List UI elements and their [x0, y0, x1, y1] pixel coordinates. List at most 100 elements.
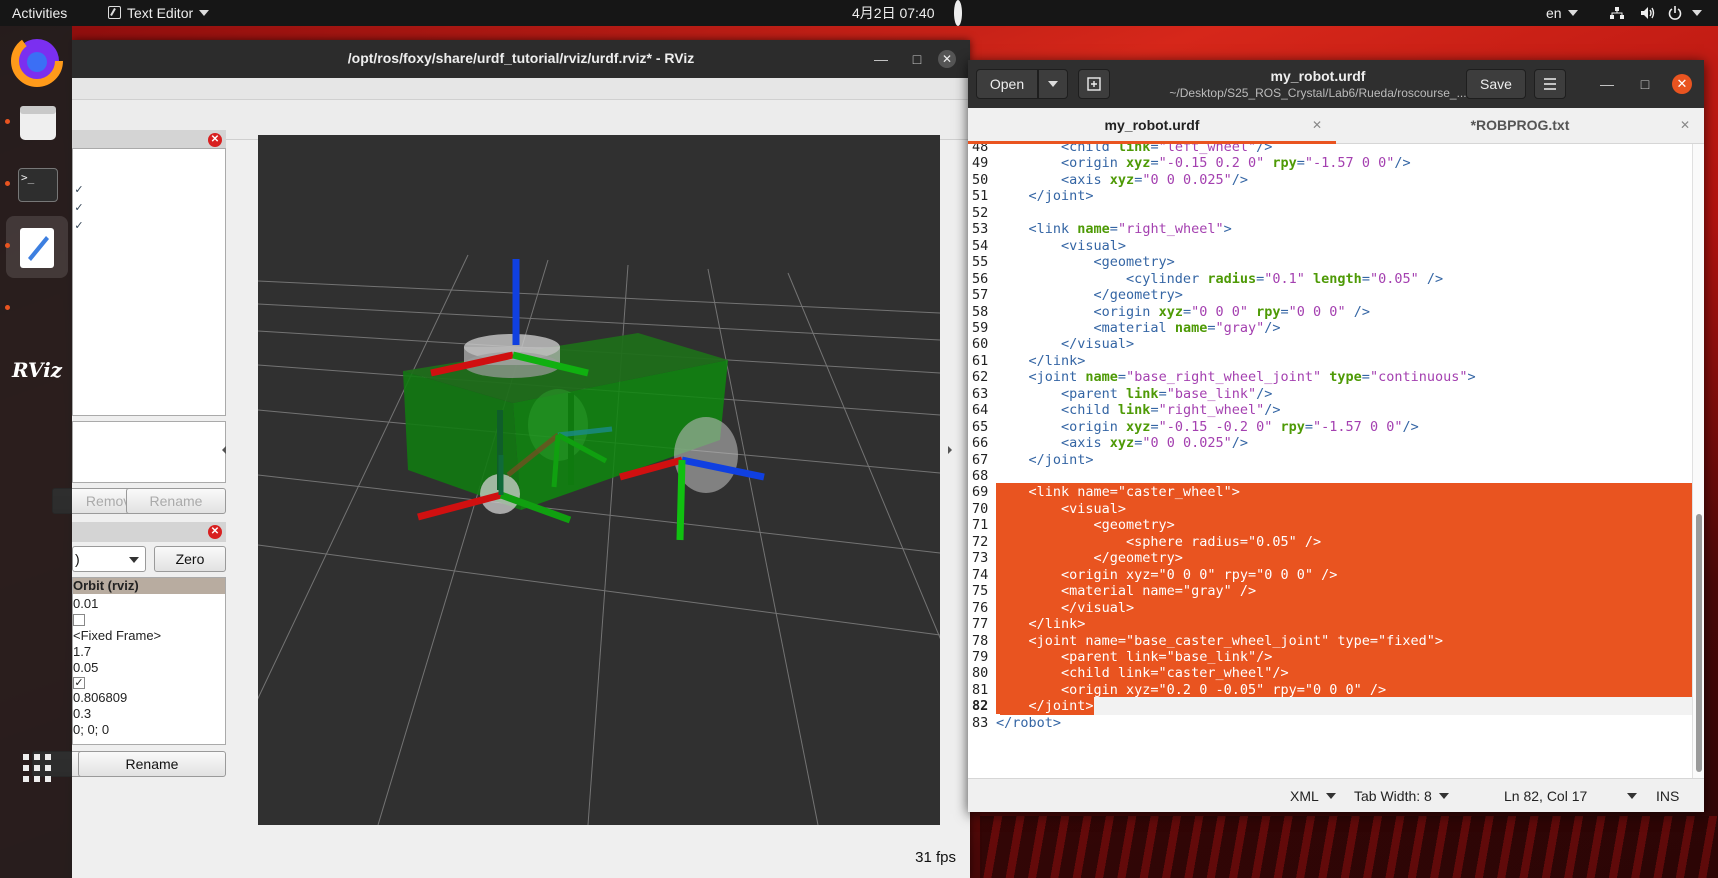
code-line[interactable]: 54 <visual> [968, 236, 1692, 255]
tab-robprog-txt[interactable]: *ROBPROG.txt ✕ [1336, 108, 1704, 144]
firefox-launcher[interactable] [6, 30, 68, 92]
editor-headerbar[interactable]: Open my_robot.urdf ~/Desktop/S25_ROS_Cry… [968, 60, 1704, 108]
show-apps-icon [23, 754, 51, 782]
cursor-position[interactable]: Ln 82, Col 17 [1504, 788, 1638, 804]
code-line[interactable]: 74 <origin xyz="0 0 0" rpy="0 0 0" /> [968, 565, 1692, 584]
code-line[interactable]: 56 <cylinder radius="0.1" length="0.05" … [968, 269, 1692, 288]
power-icon[interactable] [1668, 0, 1682, 26]
code-line[interactable]: 53 <link name="right_wheel"> [968, 220, 1692, 239]
code-line[interactable]: 71 <geometry> [968, 516, 1692, 535]
display-checkbox[interactable]: ✓ [73, 221, 85, 233]
code-line[interactable]: 69 <link name="caster_wheel"> [968, 483, 1692, 502]
code-line[interactable]: 50 <axis xyz="0 0 0.025"/> [968, 170, 1692, 189]
code-line[interactable]: 79 <parent link="base_link"/> [968, 647, 1692, 666]
zero-view-button[interactable]: Zero [154, 546, 226, 572]
collapse-left-arrow[interactable] [222, 446, 226, 454]
close-panel-icon[interactable]: ✕ [208, 133, 222, 147]
code-line[interactable]: 49 <origin xyz="-0.15 0.2 0" rpy="-1.57 … [968, 154, 1692, 173]
code-line[interactable]: 65 <origin xyz="-0.15 -0.2 0" rpy="-1.57… [968, 417, 1692, 436]
rviz-launcher[interactable]: RViz [6, 340, 68, 402]
system-menu-arrow[interactable] [1692, 0, 1702, 26]
code-line[interactable]: 61 </link> [968, 351, 1692, 370]
code-line[interactable]: 67 </joint> [968, 450, 1692, 469]
close-button[interactable]: ✕ [1672, 74, 1692, 94]
invert-z-checkbox[interactable] [73, 614, 85, 626]
maximize-button[interactable]: □ [908, 50, 926, 68]
views-properties[interactable]: Orbit (rviz) 0.01 <Fixed Frame> 1.7 0.05… [72, 577, 226, 745]
3d-viewport[interactable] [197, 135, 1019, 826]
app-menu[interactable]: Text Editor [108, 0, 210, 26]
activities-button[interactable]: Activities [12, 0, 67, 26]
code-line[interactable]: 62 <joint name="base_right_wheel_joint" … [968, 368, 1692, 387]
rename-view-button[interactable]: Rename [78, 751, 226, 777]
code-line[interactable]: 73 </geometry> [968, 549, 1692, 568]
code-line[interactable]: 83 </robot> [968, 713, 1692, 732]
display-checkbox[interactable]: ✓ [73, 203, 85, 215]
displays-tree[interactable]: ✓ ✓ ✓ [72, 148, 226, 416]
close-tab-icon[interactable]: ✕ [1312, 108, 1322, 142]
volume-icon[interactable] [1640, 0, 1656, 26]
code-line[interactable]: 52 [968, 203, 1692, 222]
show-apps-button[interactable] [6, 736, 68, 798]
code-line[interactable]: 63 <parent link="base_link"/> [968, 384, 1692, 403]
code-line[interactable]: 58 <origin xyz="0 0 0" rpy="0 0 0" /> [968, 302, 1692, 321]
focal-shape-fixed-checkbox[interactable]: ✓ [73, 677, 85, 689]
close-tab-icon[interactable]: ✕ [1680, 108, 1690, 142]
maximize-button[interactable]: □ [1636, 75, 1654, 93]
terminal-launcher[interactable]: >_ [6, 154, 68, 216]
hamburger-menu-button[interactable] [1534, 69, 1566, 99]
code-line[interactable]: 77 </link> [968, 615, 1692, 634]
code-line[interactable]: 64 <child link="right_wheel"/> [968, 401, 1692, 420]
text-editor-launcher[interactable] [6, 216, 68, 278]
minimize-button[interactable]: — [872, 50, 890, 68]
vertical-scrollbar[interactable] [1692, 144, 1704, 778]
close-panel-icon[interactable]: ✕ [208, 525, 222, 539]
code-line[interactable]: 68 [968, 467, 1692, 485]
current-view-row[interactable]: Orbit (rviz) [73, 578, 225, 594]
yaw-value[interactable]: 0.806809 [73, 690, 127, 705]
code-text: </visual> [996, 336, 1135, 353]
language-selector[interactable]: XML [1290, 788, 1336, 804]
near-clip-value[interactable]: 0.01 [73, 596, 98, 611]
code-line[interactable]: 75 <material name="gray" /> [968, 582, 1692, 601]
tab-my-robot-urdf[interactable]: my_robot.urdf ✕ [968, 108, 1336, 144]
code-line[interactable]: 81 <origin xyz="0.2 0 -0.05" rpy="0 0 0"… [968, 680, 1692, 699]
code-line[interactable]: 76 </visual> [968, 598, 1692, 617]
code-line[interactable]: 72 <sphere radius="0.05" /> [968, 532, 1692, 551]
code-line[interactable]: 57 </geometry> [968, 286, 1692, 305]
scrollbar-thumb[interactable] [1696, 514, 1702, 772]
rviz-titlebar[interactable]: /opt/ros/foxy/share/urdf_tutorial/rviz/u… [72, 40, 970, 78]
focal-point-value[interactable]: 0; 0; 0 [73, 722, 109, 737]
language-indicator[interactable]: en [1546, 0, 1578, 26]
code-line[interactable]: 78 <joint name="base_caster_wheel_joint"… [968, 631, 1692, 650]
pitch-value[interactable]: 0.3 [73, 706, 91, 721]
view-type-select[interactable]: ) [72, 546, 146, 572]
tab-width-selector[interactable]: Tab Width: 8 [1354, 788, 1449, 804]
code-line[interactable]: 82 </joint> [968, 697, 1692, 716]
target-frame-value[interactable]: <Fixed Frame> [73, 628, 161, 643]
network-icon[interactable] [1610, 0, 1624, 26]
display-checkbox[interactable]: ✓ [73, 185, 85, 197]
rename-display-button[interactable]: Rename [126, 488, 226, 514]
open-button[interactable]: Open [976, 69, 1038, 99]
save-button[interactable]: Save [1466, 69, 1526, 99]
chevron-down-icon [1325, 793, 1336, 799]
close-button[interactable]: ✕ [938, 50, 956, 68]
code-line[interactable]: 80 <child link="caster_wheel"/> [968, 664, 1692, 683]
minimize-button[interactable]: — [1598, 75, 1616, 93]
clock[interactable]: 4月2日 07:40 [852, 0, 935, 26]
files-launcher[interactable] [6, 92, 68, 154]
new-tab-button[interactable] [1078, 69, 1110, 99]
code-line[interactable]: 66 <axis xyz="0 0 0.025"/> [968, 434, 1692, 453]
open-menu-button[interactable] [1038, 69, 1068, 99]
code-line[interactable]: 70 <visual> [968, 499, 1692, 518]
insert-mode[interactable]: INS [1656, 788, 1679, 804]
code-editor[interactable]: 48 <child link="left_wheel"/> 49 <origin … [968, 144, 1692, 778]
code-line[interactable]: 60 </visual> [968, 335, 1692, 354]
code-line[interactable]: 55 <geometry> [968, 253, 1692, 272]
code-line[interactable]: 59 <material name="gray"/> [968, 318, 1692, 337]
focal-shape-size-value[interactable]: 0.05 [73, 660, 98, 675]
code-line[interactable]: 51 </joint> [968, 187, 1692, 206]
distance-value[interactable]: 1.7 [73, 644, 91, 659]
collapse-right-arrow[interactable] [948, 446, 952, 454]
